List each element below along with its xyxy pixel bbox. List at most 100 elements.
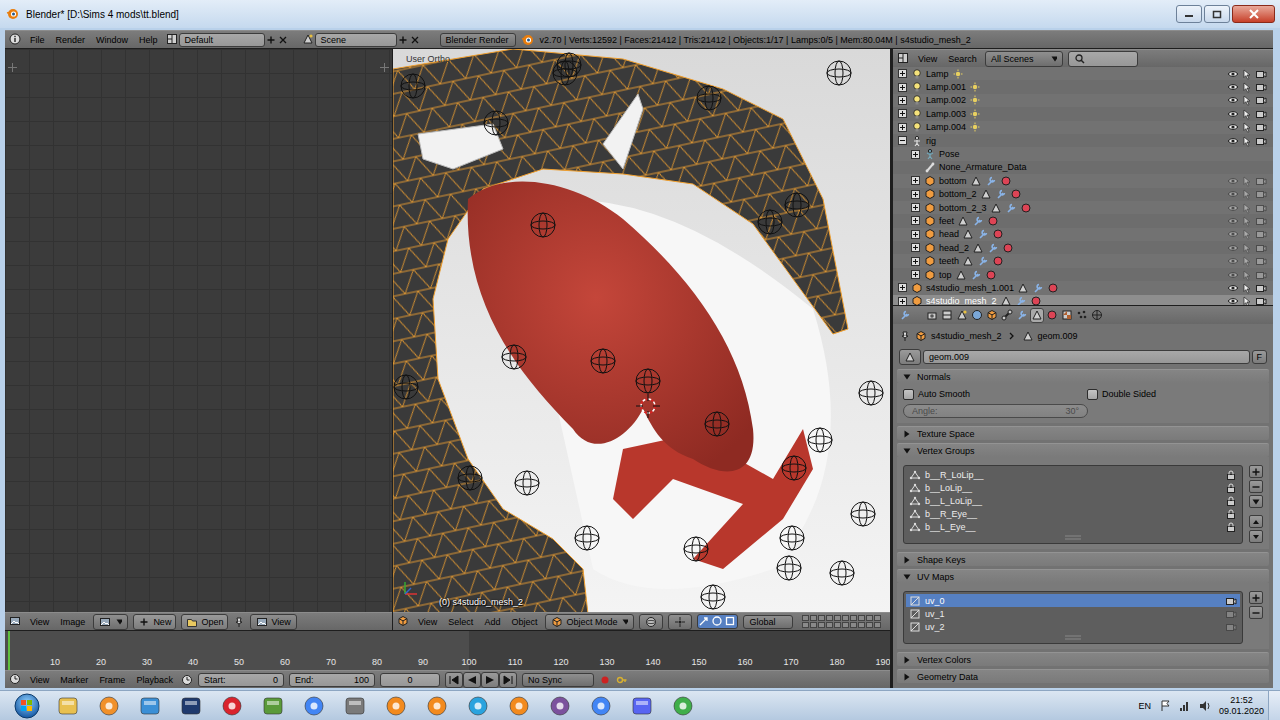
eye-icon[interactable] [1227, 269, 1239, 281]
eye-icon[interactable] [1227, 228, 1239, 240]
image-browse[interactable] [93, 614, 128, 630]
context-tab[interactable] [1015, 308, 1029, 323]
delete-layout-icon[interactable] [277, 34, 289, 46]
layer-button[interactable] [850, 615, 857, 621]
outliner-row[interactable]: bottom [893, 174, 1273, 187]
context-tab[interactable] [1060, 308, 1074, 323]
layout-field[interactable]: Default [179, 33, 265, 47]
mesh-data-icon[interactable] [972, 242, 984, 254]
item-name[interactable]: Lamp.003 [926, 109, 966, 119]
modifier-icon[interactable] [977, 255, 989, 267]
layer-button[interactable] [802, 615, 809, 621]
render-camera-icon[interactable] [1255, 68, 1267, 80]
editor-type-icon[interactable] [9, 615, 22, 628]
lock-icon[interactable] [1225, 482, 1237, 494]
context-tab[interactable] [985, 308, 999, 323]
menu-item[interactable]: Select [445, 616, 476, 628]
render-camera-icon[interactable] [1255, 242, 1267, 254]
context-tab[interactable] [970, 308, 984, 323]
eye-icon[interactable] [1227, 255, 1239, 267]
item-name[interactable]: None_Armature_Data [939, 162, 1027, 172]
item-name[interactable]: head_2 [939, 243, 969, 253]
taskbar-app[interactable] [662, 692, 703, 720]
select-cursor-icon[interactable] [1241, 108, 1253, 120]
item-name[interactable]: Lamp.004 [926, 122, 966, 132]
modifier-icon[interactable] [977, 228, 989, 240]
item-name[interactable]: Lamp.002 [926, 95, 966, 105]
select-cursor-icon[interactable] [1241, 94, 1253, 106]
taskbar-app[interactable] [580, 692, 621, 720]
render-camera-icon[interactable] [1255, 121, 1267, 133]
taskbar-app[interactable] [47, 692, 88, 720]
display-filter-dropdown[interactable]: All Scenes [985, 51, 1063, 67]
material-icon[interactable] [1010, 188, 1022, 200]
layer-button[interactable] [834, 615, 841, 621]
taskbar-app[interactable] [88, 692, 129, 720]
layer-button[interactable] [866, 622, 873, 628]
render-camera-icon[interactable] [1255, 228, 1267, 240]
close-button[interactable] [1232, 5, 1275, 23]
mesh-data-icon[interactable] [962, 255, 974, 267]
corner-widget-icon[interactable] [8, 63, 17, 72]
modifier-icon[interactable] [972, 215, 984, 227]
taskbar-app[interactable] [211, 692, 252, 720]
active-render-icon[interactable] [1225, 608, 1237, 620]
editor-type-icon[interactable] [899, 309, 913, 322]
context-tab[interactable] [925, 308, 939, 323]
select-cursor-icon[interactable] [1241, 202, 1253, 214]
menu-item[interactable]: View [27, 674, 52, 686]
outliner-row[interactable]: top [893, 268, 1273, 281]
outliner-row[interactable]: s4studio_mesh_1.001 [893, 281, 1273, 294]
lock-icon[interactable] [1225, 508, 1237, 520]
mesh-data-icon[interactable] [1000, 295, 1012, 305]
taskbar-app[interactable] [170, 692, 211, 720]
modifier-icon[interactable] [1015, 295, 1027, 305]
transport-button[interactable] [445, 672, 463, 688]
transport-button[interactable] [463, 672, 481, 688]
render-camera-icon[interactable] [1255, 255, 1267, 267]
expand-icon[interactable] [910, 269, 921, 280]
panel-header[interactable]: Geometry Data [897, 669, 1269, 683]
material-icon[interactable] [1047, 282, 1059, 294]
layer-button[interactable] [826, 615, 833, 621]
outliner-row[interactable]: bottom_2 [893, 188, 1273, 201]
list-item[interactable]: b__R_LoLip__ [906, 468, 1240, 481]
select-cursor-icon[interactable] [1241, 228, 1253, 240]
expand-icon[interactable] [897, 82, 908, 93]
add-layout-icon[interactable] [265, 34, 277, 46]
select-cursor-icon[interactable] [1241, 188, 1253, 200]
checkbox-row[interactable]: Double Sided [1087, 387, 1263, 401]
layer-button[interactable] [850, 622, 857, 628]
timeline-ruler[interactable]: 1020304050607080901001101201301401501601… [5, 631, 890, 670]
select-cursor-icon[interactable] [1241, 81, 1253, 93]
outliner-row[interactable]: feet [893, 214, 1273, 227]
layer-button[interactable] [874, 615, 881, 621]
outliner-row[interactable]: head_2 [893, 241, 1273, 254]
lock-icon[interactable] [1225, 469, 1237, 481]
taskbar-app[interactable] [293, 692, 334, 720]
expand-icon[interactable] [910, 256, 921, 267]
menu-item[interactable]: Add [481, 616, 503, 628]
expand-icon[interactable] [910, 202, 921, 213]
mesh-data-icon[interactable] [980, 188, 992, 200]
list-item[interactable]: b__R_Eye__ [906, 507, 1240, 520]
list-resize-grip[interactable] [906, 533, 1240, 541]
lamp-data-icon[interactable] [969, 94, 981, 106]
remove-button[interactable] [1249, 480, 1263, 493]
layer-button[interactable] [826, 622, 833, 628]
item-name[interactable]: head [939, 229, 959, 239]
context-tab[interactable] [955, 308, 969, 323]
orientation-dropdown[interactable]: Global [743, 615, 793, 629]
eye-icon[interactable] [1227, 188, 1239, 200]
taskbar-app[interactable] [498, 692, 539, 720]
mesh-data-icon[interactable] [990, 202, 1002, 214]
specials-button[interactable] [1249, 495, 1263, 508]
render-camera-icon[interactable] [1255, 94, 1267, 106]
search-field[interactable] [1068, 51, 1138, 67]
current-frame-line[interactable] [8, 631, 10, 670]
lock-icon[interactable] [1225, 495, 1237, 507]
menu-item[interactable]: Search [945, 53, 980, 65]
context-tab[interactable] [1045, 308, 1059, 323]
end-frame-field[interactable]: End:100 [289, 673, 375, 687]
menu-item[interactable]: Object [508, 616, 540, 628]
